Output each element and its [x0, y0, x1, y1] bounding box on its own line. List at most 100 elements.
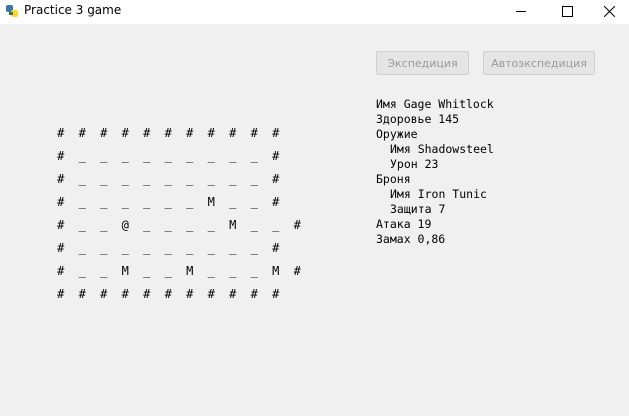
wall-tile: #	[250, 126, 258, 140]
wall-tile: #	[57, 264, 65, 278]
player-marker: @	[121, 218, 129, 232]
floor-tile: _	[207, 241, 215, 255]
floor-tile: _	[186, 149, 194, 163]
floor-tile: _	[100, 149, 108, 163]
floor-tile: _	[164, 149, 172, 163]
wall-tile: #	[78, 126, 86, 140]
wall-tile: #	[164, 287, 172, 301]
floor-tile: _	[250, 149, 258, 163]
expedition-button[interactable]: Экспедиция	[376, 51, 469, 75]
floor-tile: _	[143, 264, 151, 278]
floor-tile: _	[121, 195, 129, 209]
monster-marker: M	[207, 195, 215, 209]
map-row: # # # # # # # # # # #	[50, 126, 308, 149]
wall-tile: #	[57, 241, 65, 255]
player-attack: Атака 19	[376, 217, 432, 231]
monster-marker: M	[121, 264, 129, 278]
wall-tile: #	[229, 287, 237, 301]
weapon-name: Имя Shadowsteel	[390, 142, 494, 156]
wall-tile: #	[57, 218, 65, 232]
maximize-icon	[561, 5, 573, 17]
map-row: # _ _ _ _ _ _ M _ _ #	[50, 195, 308, 218]
floor-tile: _	[186, 241, 194, 255]
floor-tile: _	[250, 195, 258, 209]
floor-tile: _	[143, 241, 151, 255]
wall-tile: #	[272, 287, 280, 301]
floor-tile: _	[100, 172, 108, 186]
floor-tile: _	[272, 218, 280, 232]
autoexpedition-button[interactable]: Автоэкспедиция	[483, 51, 595, 75]
wall-tile: #	[229, 126, 237, 140]
weapon-header: Оружие	[376, 127, 418, 141]
python-icon	[6, 5, 18, 17]
wall-tile: #	[121, 287, 129, 301]
wall-tile: #	[207, 126, 215, 140]
floor-tile: _	[78, 264, 86, 278]
wall-tile: #	[272, 195, 280, 209]
wall-tile: #	[57, 287, 65, 301]
floor-tile: _	[250, 218, 258, 232]
wall-tile: #	[186, 126, 194, 140]
armor-name: Имя Iron Tunic	[390, 187, 487, 201]
player-swing: Замах 0,86	[376, 232, 446, 246]
minimize-icon	[516, 10, 526, 12]
window-title: Practice 3 game	[24, 3, 122, 17]
wall-tile: #	[207, 287, 215, 301]
monster-marker: M	[272, 264, 280, 278]
floor-tile: _	[164, 264, 172, 278]
floor-tile: _	[207, 149, 215, 163]
game-map: # # # # # # # # # # # # _ _ _ _ _ _ _ _ _ # # _ _ _ _ _ _ _ _ _ # # _ _ _ _ _ _…	[50, 126, 308, 310]
close-button[interactable]	[590, 0, 629, 22]
wall-tile: #	[186, 287, 194, 301]
armor-defense: Защита 7	[390, 202, 446, 216]
floor-tile: _	[229, 172, 237, 186]
floor-tile: _	[78, 195, 86, 209]
floor-tile: _	[78, 241, 86, 255]
map-row: # _ _ _ _ _ _ _ _ _ #	[50, 149, 308, 172]
player-stats: Имя Gage Whitlock Здоровье 145 Оружие Им…	[376, 97, 494, 247]
wall-tile: #	[272, 149, 280, 163]
floor-tile: _	[100, 218, 108, 232]
wall-tile: #	[143, 287, 151, 301]
floor-tile: _	[143, 218, 151, 232]
floor-tile: _	[207, 172, 215, 186]
floor-tile: _	[207, 218, 215, 232]
wall-tile: #	[57, 195, 65, 209]
map-row: # _ _ _ _ _ _ _ _ _ #	[50, 172, 308, 195]
wall-tile: #	[272, 172, 280, 186]
monster-marker: M	[229, 218, 237, 232]
wall-tile: #	[293, 264, 301, 278]
floor-tile: _	[250, 172, 258, 186]
floor-tile: _	[121, 241, 129, 255]
wall-tile: #	[57, 149, 65, 163]
floor-tile: _	[186, 172, 194, 186]
wall-tile: #	[78, 287, 86, 301]
floor-tile: _	[78, 172, 86, 186]
wall-tile: #	[121, 126, 129, 140]
wall-tile: #	[272, 126, 280, 140]
floor-tile: _	[229, 241, 237, 255]
floor-tile: _	[78, 149, 86, 163]
map-row: # _ _ _ _ _ _ _ _ _ #	[50, 241, 308, 264]
floor-tile: _	[121, 172, 129, 186]
floor-tile: _	[229, 195, 237, 209]
floor-tile: _	[229, 264, 237, 278]
player-health: Здоровье 145	[376, 112, 460, 126]
floor-tile: _	[164, 195, 172, 209]
wall-tile: #	[250, 287, 258, 301]
floor-tile: _	[143, 149, 151, 163]
floor-tile: _	[100, 241, 108, 255]
wall-tile: #	[293, 218, 301, 232]
minimize-button[interactable]	[498, 0, 544, 22]
floor-tile: _	[207, 264, 215, 278]
maximize-button[interactable]	[544, 0, 590, 22]
wall-tile: #	[164, 126, 172, 140]
map-row: # _ _ M _ _ M _ _ _ M #	[50, 264, 308, 287]
map-row: # # # # # # # # # # #	[50, 287, 308, 310]
floor-tile: _	[164, 218, 172, 232]
floor-tile: _	[78, 218, 86, 232]
weapon-damage: Урон 23	[390, 157, 439, 171]
armor-header: Броня	[376, 172, 411, 186]
player-name: Имя Gage Whitlock	[376, 97, 494, 111]
floor-tile: _	[186, 218, 194, 232]
